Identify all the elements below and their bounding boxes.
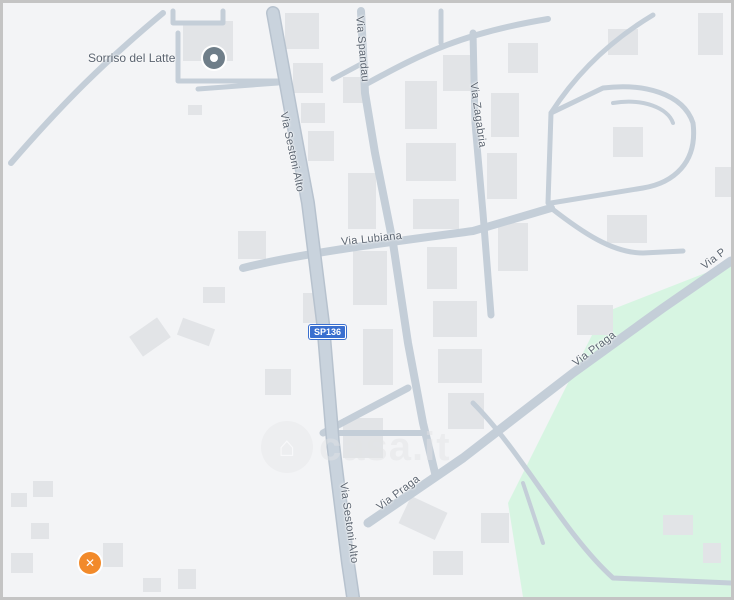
poi-label[interactable]: Sorriso del Latte bbox=[88, 51, 175, 65]
map-pin-icon[interactable] bbox=[203, 47, 225, 69]
house-icon: ⌂ bbox=[261, 421, 313, 473]
restaurant-icon[interactable]: ✕ bbox=[79, 552, 101, 574]
map-base bbox=[8, 6, 731, 597]
road-shield: SP136 bbox=[309, 325, 347, 339]
watermark: ⌂ casa.it bbox=[261, 421, 451, 473]
map-canvas[interactable]: Via Sestoni Alto Via Sestoni Alto Via Sp… bbox=[0, 0, 734, 600]
park-area bbox=[508, 263, 731, 597]
watermark-text: casa.it bbox=[319, 424, 451, 469]
